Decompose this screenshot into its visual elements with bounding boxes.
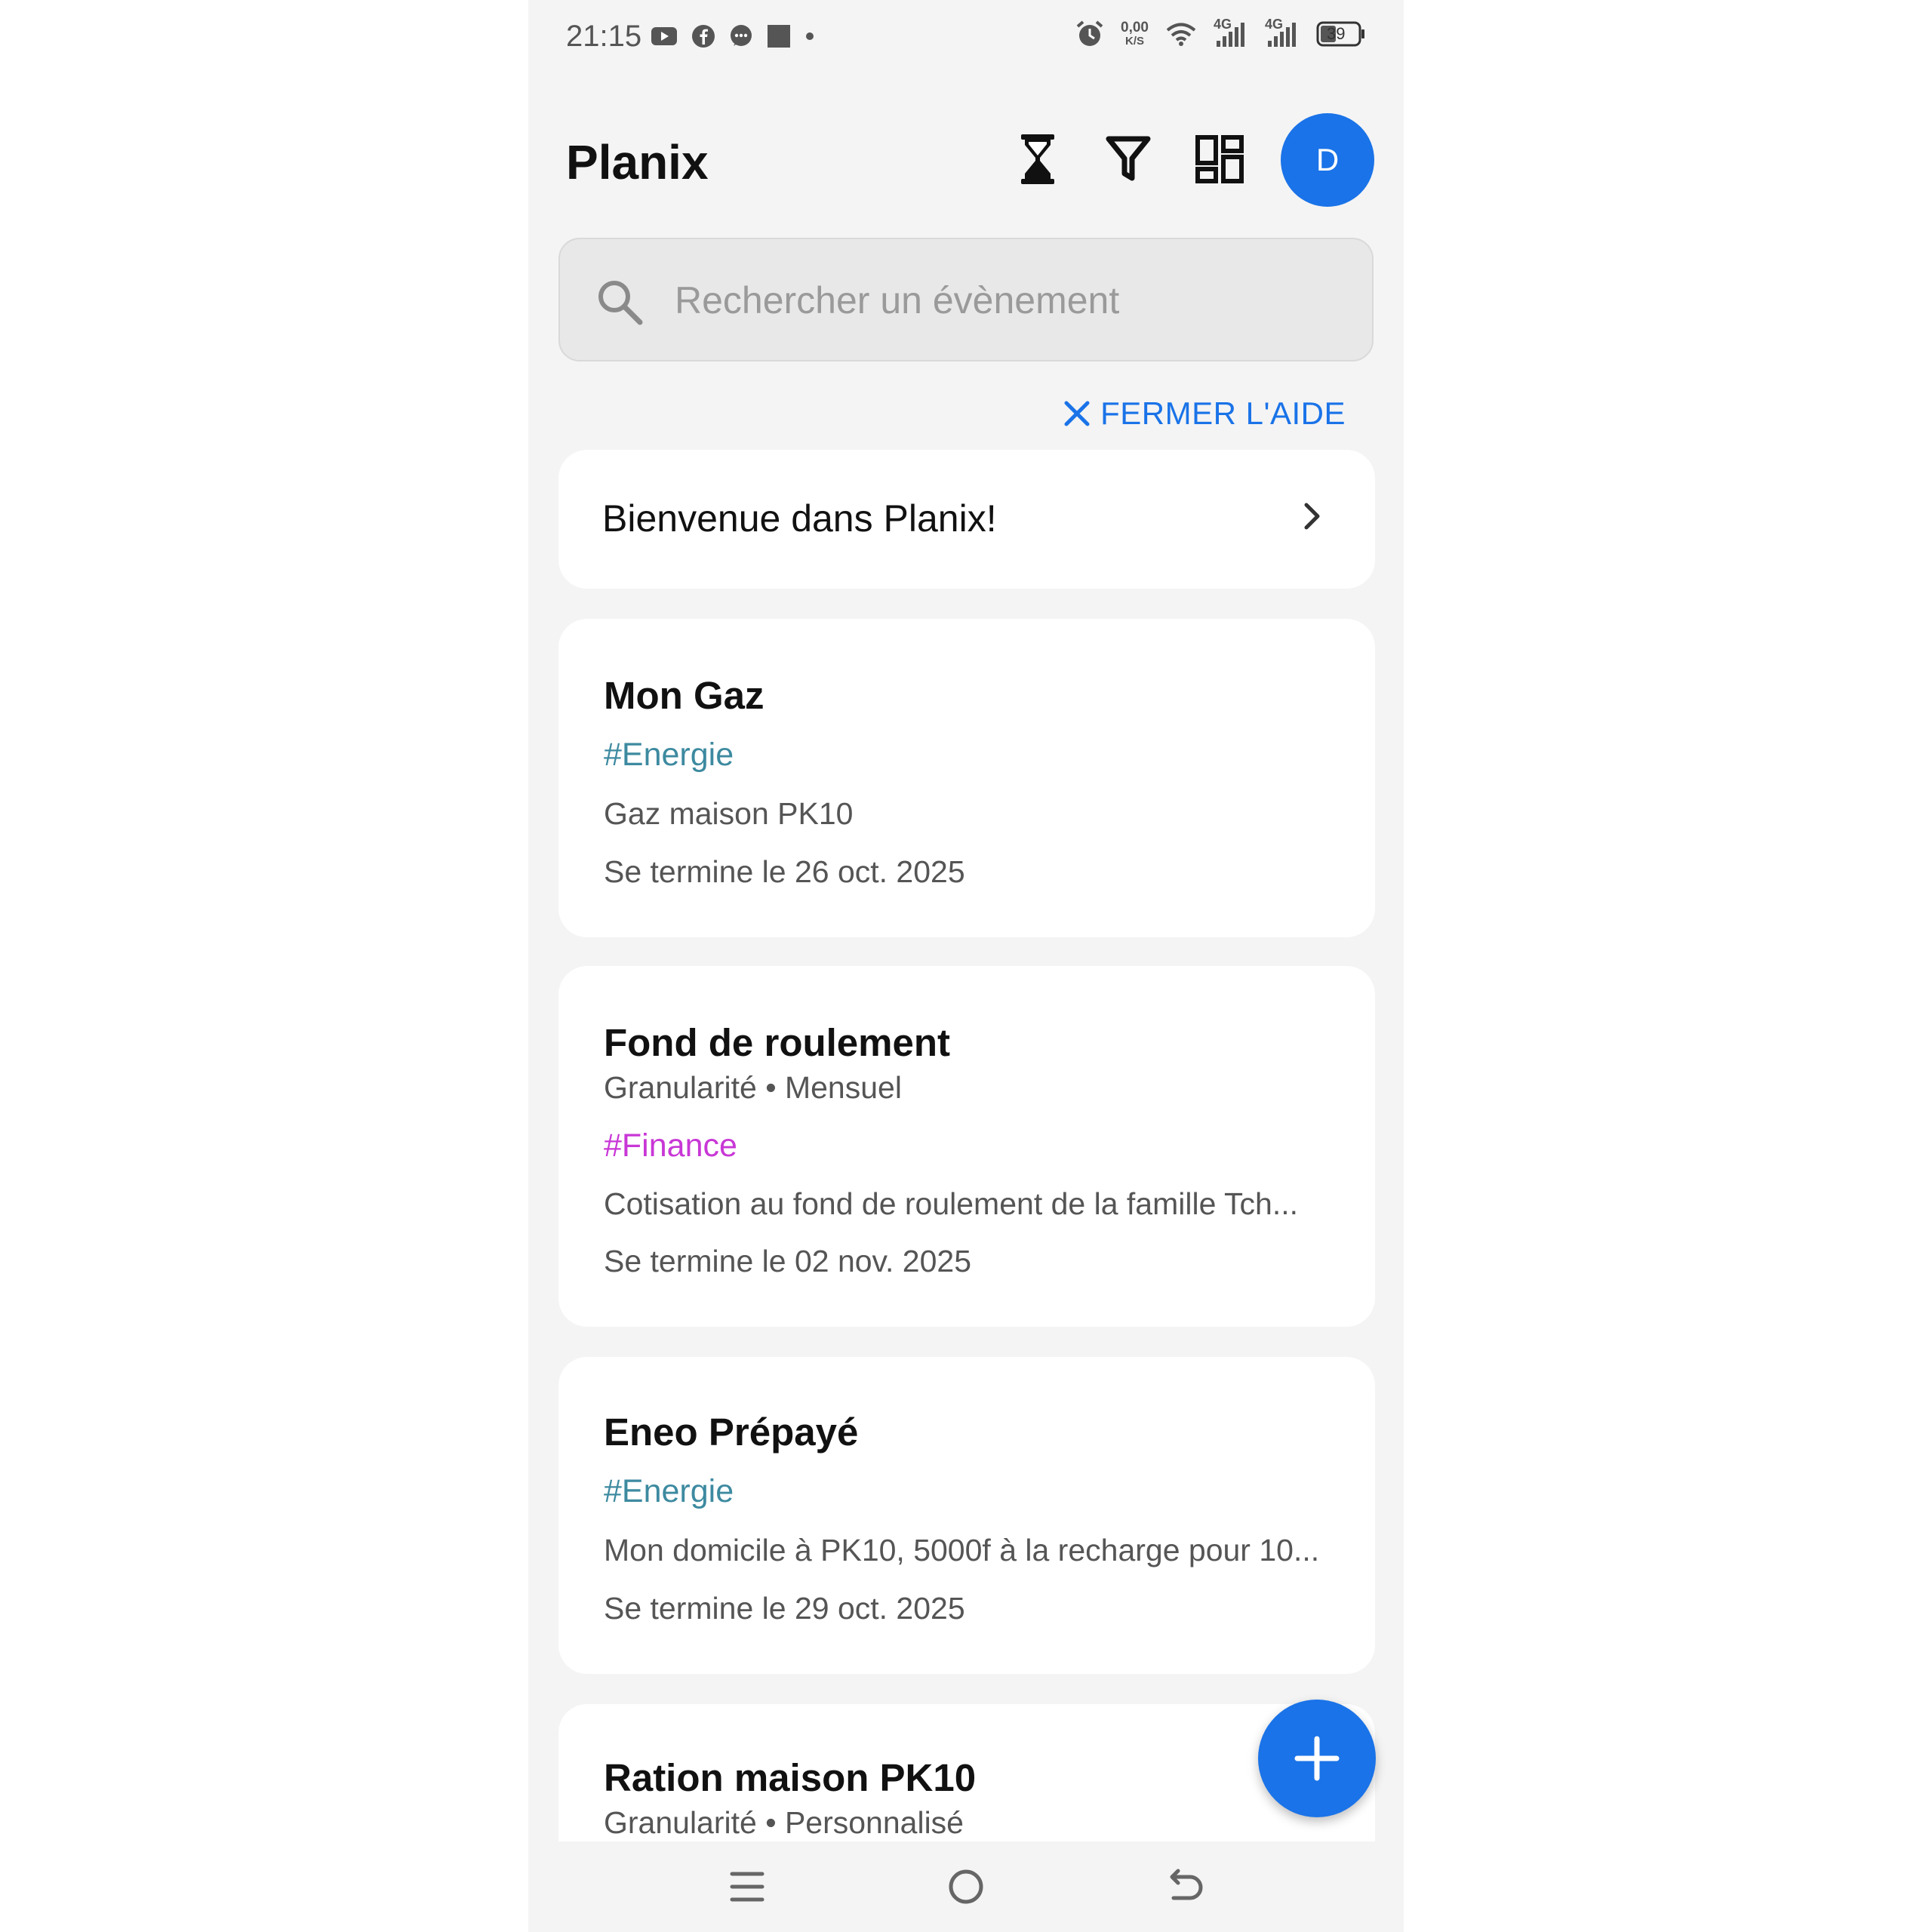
event-granularity: Granularité • Personnalisé bbox=[604, 1805, 964, 1840]
chevron-right-icon bbox=[1304, 503, 1320, 530]
event-card[interactable]: Eneo Prépayé #Energie Mon domicile à PK1… bbox=[558, 1357, 1375, 1674]
event-granularity: Granularité • Mensuel bbox=[604, 1070, 902, 1105]
battery-icon: 39 bbox=[1316, 21, 1366, 47]
more-notifications-icon bbox=[806, 32, 814, 40]
dashboard-icon bbox=[1195, 135, 1244, 183]
welcome-card[interactable]: Bienvenue dans Planix! bbox=[558, 450, 1375, 589]
event-card[interactable]: Mon Gaz #Energie Gaz maison PK10 Se term… bbox=[558, 619, 1375, 937]
square-notification-icon bbox=[768, 25, 790, 48]
avatar[interactable]: D bbox=[1281, 113, 1374, 207]
filter-icon bbox=[1106, 136, 1151, 181]
dashboard-button[interactable] bbox=[1195, 134, 1244, 184]
event-tag: #Energie bbox=[604, 737, 734, 773]
menu-nav-button[interactable] bbox=[724, 1864, 770, 1909]
signal-1: 4G bbox=[1214, 17, 1248, 48]
signal-icon bbox=[1268, 23, 1296, 47]
wifi-icon bbox=[1166, 23, 1196, 46]
net-speed-unit: K/S bbox=[1125, 35, 1145, 48]
status-time: 21:15 bbox=[566, 20, 642, 53]
event-description: Gaz maison PK10 bbox=[604, 796, 854, 831]
event-end-date: Se termine le 29 oct. 2025 bbox=[604, 1591, 965, 1626]
event-tag: #Finance bbox=[604, 1128, 737, 1164]
event-end-date: Se termine le 02 nov. 2025 bbox=[604, 1244, 971, 1278]
battery-level: 39 bbox=[1327, 24, 1346, 43]
add-event-button[interactable] bbox=[1258, 1700, 1376, 1817]
youtube-icon bbox=[651, 27, 677, 45]
messenger-icon bbox=[731, 25, 752, 46]
event-card[interactable]: Fond de roulement Granularité • Mensuel … bbox=[558, 966, 1375, 1327]
close-help-label: FERMER L'AIDE bbox=[1100, 395, 1346, 431]
close-icon bbox=[1064, 401, 1090, 426]
welcome-label: Bienvenue dans Planix! bbox=[602, 497, 997, 540]
search-bar[interactable] bbox=[558, 238, 1374, 361]
home-nav-button[interactable] bbox=[943, 1864, 989, 1909]
avatar-initial: D bbox=[1315, 142, 1340, 177]
event-end-date: Se termine le 26 oct. 2025 bbox=[604, 854, 965, 889]
filter-button[interactable] bbox=[1103, 134, 1153, 184]
close-help-button[interactable]: FERMER L'AIDE bbox=[1064, 395, 1346, 432]
event-title: Eneo Prépayé bbox=[604, 1411, 859, 1454]
hourglass-icon bbox=[1021, 134, 1054, 184]
search-input[interactable] bbox=[673, 269, 1340, 331]
menu-icon bbox=[730, 1872, 764, 1902]
event-description: Cotisation au fond de roulement de la fa… bbox=[604, 1186, 1298, 1221]
alarm-icon bbox=[1076, 20, 1103, 46]
event-tag: #Energie bbox=[604, 1473, 734, 1509]
add-icon bbox=[1294, 1736, 1340, 1781]
event-description: Mon domicile à PK10, 5000f à la recharge… bbox=[604, 1533, 1320, 1567]
system-nav-bar bbox=[528, 1841, 1404, 1932]
facebook-icon bbox=[692, 25, 715, 48]
home-icon bbox=[949, 1869, 983, 1904]
notification-icons bbox=[651, 24, 815, 48]
signal-2: 4G bbox=[1265, 17, 1300, 48]
event-title: Mon Gaz bbox=[604, 674, 764, 717]
search-icon bbox=[598, 281, 643, 325]
event-title: Ration maison PK10 bbox=[604, 1756, 977, 1799]
signal-icon bbox=[1217, 23, 1244, 47]
status-bar: 21:15 0,00 K/S 4G 4G 39 bbox=[528, 0, 1404, 75]
phone-screen: 21:15 0,00 K/S 4G 4G 39 Planix D Recherc… bbox=[528, 0, 1404, 1932]
status-right: 0,00 K/S 4G 4G 39 bbox=[1075, 17, 1366, 48]
event-title: Fond de roulement bbox=[604, 1021, 950, 1064]
app-header: Planix D bbox=[528, 106, 1404, 211]
back-nav-button[interactable] bbox=[1164, 1864, 1209, 1909]
hourglass-button[interactable] bbox=[1013, 134, 1063, 184]
back-icon bbox=[1170, 1869, 1203, 1900]
net-speed-value: 0,00 bbox=[1121, 20, 1149, 35]
app-title: Planix bbox=[566, 135, 709, 189]
net-speed: 0,00 K/S bbox=[1121, 20, 1149, 48]
